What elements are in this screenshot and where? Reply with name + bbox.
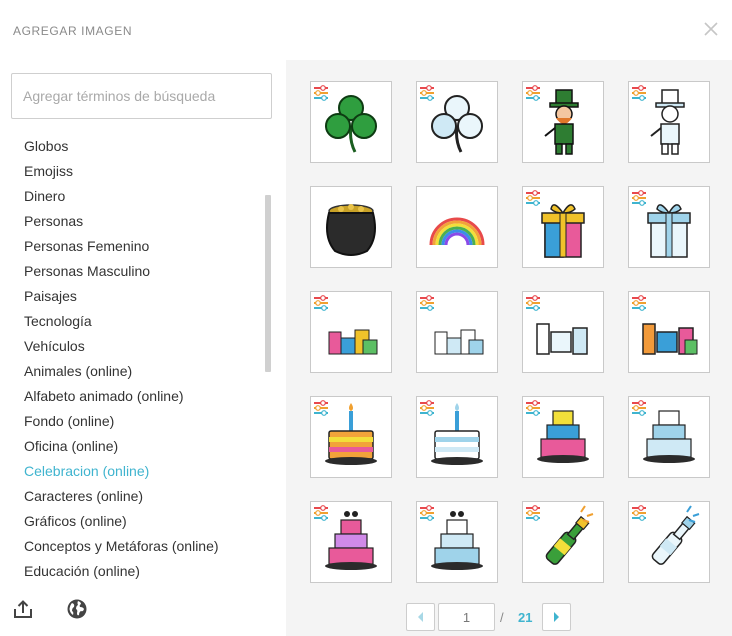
birthday-cake-blue-image <box>420 400 483 465</box>
upload-icon[interactable] <box>12 598 34 620</box>
rainbow-image <box>429 217 485 246</box>
leprechaun-blue-image <box>632 85 685 155</box>
image-tile-shamrock-blue[interactable] <box>416 81 498 163</box>
edit-badge-icon <box>632 400 646 416</box>
category-item[interactable]: Educación (online) <box>0 559 264 582</box>
leprechaun-green-image <box>526 85 579 155</box>
edit-badge-icon <box>632 505 646 521</box>
category-item[interactable]: Gráficos (online) <box>0 509 264 534</box>
image-tile-gift-box-blue[interactable] <box>628 186 710 268</box>
category-item[interactable]: Animales (online) <box>0 359 264 384</box>
category-scrollbar <box>265 134 271 582</box>
edit-badge-icon <box>314 85 328 101</box>
wedding-cake-pink-image <box>314 505 377 570</box>
image-tile-wedding-cake-pink[interactable] <box>310 501 392 583</box>
edit-badge-icon <box>314 400 328 416</box>
category-item[interactable]: Personas Masculino <box>0 259 264 284</box>
category-item[interactable]: Paisajes <box>0 284 264 309</box>
gift-group-color-image <box>314 295 378 355</box>
prev-page-button[interactable] <box>406 603 435 631</box>
gift-group-blue-image <box>420 295 484 355</box>
image-tile-birthday-cake-color[interactable] <box>310 396 392 478</box>
shamrock-blue-image <box>420 85 483 153</box>
image-tile-shamrock-green[interactable] <box>310 81 392 163</box>
category-item[interactable]: Alfabeto animado (online) <box>0 384 264 409</box>
category-item[interactable]: Personas Femenino <box>0 234 264 259</box>
image-tile-champagne-blue[interactable] <box>628 501 710 583</box>
edit-badge-icon <box>420 505 434 521</box>
image-tile-gift-group-blue[interactable] <box>416 291 498 373</box>
pot-of-gold-image <box>326 204 376 256</box>
next-page-button[interactable] <box>542 603 571 631</box>
category-item[interactable]: Dinero <box>0 184 264 209</box>
edit-badge-icon <box>314 505 328 521</box>
image-tile-card-group-blue[interactable] <box>522 291 604 373</box>
card-group-color-image <box>632 295 698 355</box>
edit-badge-icon <box>314 295 328 311</box>
image-tile-leprechaun-blue[interactable] <box>628 81 710 163</box>
image-tile-gift-box-color[interactable] <box>522 186 604 268</box>
search-input[interactable] <box>11 73 272 119</box>
category-item[interactable]: Caracteres (online) <box>0 484 264 509</box>
edit-badge-icon <box>420 400 434 416</box>
image-tile-birthday-cake-blue[interactable] <box>416 396 498 478</box>
total-pages: 21 <box>518 610 533 625</box>
category-item[interactable]: Celebracion (online) <box>0 459 264 484</box>
edit-badge-icon <box>526 505 540 521</box>
close-icon[interactable] <box>703 21 719 37</box>
wedding-cake-blue-image <box>420 505 483 570</box>
category-item[interactable]: Conceptos y Metáforas (online) <box>0 534 264 559</box>
edit-badge-icon <box>632 85 646 101</box>
tiered-cake-blue-image <box>632 400 695 463</box>
edit-badge-icon <box>526 85 540 101</box>
category-item[interactable]: Fondo (online) <box>0 409 264 434</box>
edit-badge-icon <box>420 85 434 101</box>
image-tile-wedding-cake-blue[interactable] <box>416 501 498 583</box>
gift-box-color-image <box>526 190 585 258</box>
birthday-cake-color-image <box>314 400 377 465</box>
chevron-left-icon <box>418 612 423 622</box>
scrollbar-thumb[interactable] <box>265 195 271 372</box>
image-tile-champagne-green[interactable] <box>522 501 604 583</box>
edit-badge-icon <box>526 190 540 206</box>
champagne-blue-image <box>632 505 700 565</box>
globe-icon[interactable] <box>66 598 88 620</box>
category-item[interactable]: Globos <box>0 134 264 159</box>
card-group-blue-image <box>526 295 588 355</box>
image-tile-leprechaun-green[interactable] <box>522 81 604 163</box>
image-tile-card-group-color[interactable] <box>628 291 710 373</box>
edit-badge-icon <box>420 295 434 311</box>
image-tile-pot-of-gold[interactable] <box>310 186 392 268</box>
image-grid <box>286 60 732 636</box>
pager-separator: / <box>500 610 504 625</box>
category-item[interactable]: Personas <box>0 209 264 234</box>
category-item[interactable]: Tecnología <box>0 309 264 334</box>
image-tile-tiered-cake-blue[interactable] <box>628 396 710 478</box>
chevron-right-icon <box>554 612 559 622</box>
category-item[interactable]: Oficina (online) <box>0 434 264 459</box>
edit-badge-icon <box>632 190 646 206</box>
page-number-input[interactable] <box>438 603 495 631</box>
category-list: Globos Emojiss Dinero Personas Personas Feme… <box>0 134 264 582</box>
champagne-green-image <box>526 505 594 565</box>
shamrock-green-image <box>314 85 377 153</box>
image-tile-gift-group-color[interactable] <box>310 291 392 373</box>
category-item[interactable]: Vehículos <box>0 334 264 359</box>
edit-badge-icon <box>632 295 646 311</box>
category-item[interactable]: Emojiss <box>0 159 264 184</box>
image-tile-tiered-cake-color[interactable] <box>522 396 604 478</box>
image-tile-rainbow[interactable] <box>416 186 498 268</box>
gift-box-blue-image <box>632 190 691 258</box>
edit-badge-icon <box>526 400 540 416</box>
tiered-cake-color-image <box>526 400 589 463</box>
dialog-title: AGREGAR IMAGEN <box>13 24 133 38</box>
edit-badge-icon <box>526 295 540 311</box>
